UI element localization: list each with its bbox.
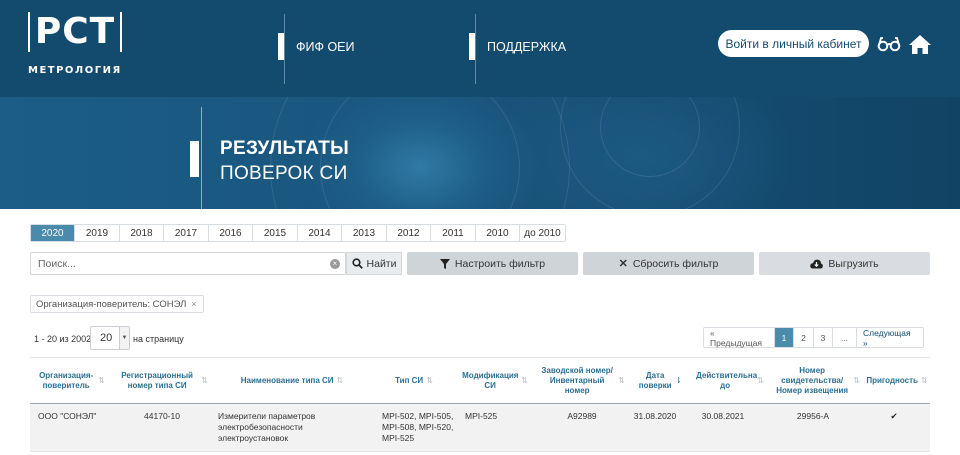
search-box: × bbox=[30, 252, 346, 275]
glasses-icon[interactable] bbox=[877, 33, 901, 55]
cell-modification: MPI-525 bbox=[465, 411, 498, 421]
cell-serial: A92989 bbox=[567, 411, 597, 421]
table-row[interactable]: ООО "СОНЭЛ" 44170-10 Измерители параметр… bbox=[30, 404, 930, 452]
nav-label: ПОДДЕРЖКА bbox=[487, 39, 567, 54]
tab-year-2015[interactable]: 2015 bbox=[253, 225, 298, 241]
col-valid-until[interactable]: Действительна до ⇅ bbox=[690, 358, 770, 404]
tab-year-2011[interactable]: 2011 bbox=[431, 225, 476, 241]
search-icon bbox=[351, 258, 363, 269]
cell-reg-number: 44170-10 bbox=[144, 411, 180, 421]
nav-marker bbox=[278, 33, 284, 60]
sort-icon: ⇅ bbox=[98, 376, 105, 385]
cell-valid-until: 30.08.2021 bbox=[701, 411, 745, 421]
col-verification-date[interactable]: Дата поверки ⇂ bbox=[630, 358, 690, 404]
logo-glyph: РСТ bbox=[34, 11, 116, 52]
check-icon: ✔ bbox=[890, 411, 898, 421]
prev-page-button[interactable]: « Предыдущая bbox=[704, 328, 775, 348]
col-type[interactable]: Тип СИ ⇅ bbox=[372, 358, 456, 404]
find-button-label: Найти bbox=[366, 257, 397, 270]
nav-label: ФИФ ОЕИ bbox=[296, 39, 355, 54]
logo-mark: РСТ bbox=[28, 12, 122, 52]
export-button[interactable]: Выгрузить bbox=[759, 252, 930, 275]
pagination: « Предыдущая 1 2 3 ... Следующая » bbox=[703, 327, 924, 348]
login-cabinet-button[interactable]: Войти в личный кабинет bbox=[718, 30, 869, 57]
reset-filter-label: Сбросить фильтр bbox=[632, 257, 719, 270]
filter-chip-label: Организация-поверитель: СОНЭЛ bbox=[36, 298, 187, 310]
page-1-button[interactable]: 1 bbox=[775, 328, 794, 347]
sort-icon: ⇅ bbox=[336, 376, 344, 385]
close-icon: ✕ bbox=[618, 258, 628, 270]
sort-icon: ⇅ bbox=[618, 376, 625, 385]
per-page-value: 20 bbox=[100, 332, 113, 344]
tab-year-2018[interactable]: 2018 bbox=[120, 225, 164, 241]
next-page-button[interactable]: Следующая » bbox=[857, 328, 923, 348]
cell-organization: ООО "СОНЭЛ" bbox=[38, 411, 97, 421]
cell-type-name: Измерители параметров электробезопасност… bbox=[218, 411, 316, 443]
col-suitability[interactable]: Пригодность ⇅ bbox=[864, 358, 930, 404]
tab-year-2010[interactable]: 2010 bbox=[476, 225, 520, 241]
export-label: Выгрузить bbox=[828, 257, 879, 270]
banner-divider bbox=[201, 107, 202, 209]
tab-year-2016[interactable]: 2016 bbox=[209, 225, 253, 241]
col-type-name[interactable]: Наименование типа СИ ⇅ bbox=[212, 358, 372, 404]
tab-year-2020[interactable]: 2020 bbox=[31, 225, 75, 241]
year-tabs: 2020 2019 2018 2017 2016 2015 2014 2013 … bbox=[30, 224, 566, 242]
page-banner bbox=[0, 97, 960, 209]
per-page-label: на страницу bbox=[133, 334, 184, 344]
sort-icon: ⇅ bbox=[920, 376, 928, 385]
search-input[interactable] bbox=[31, 253, 327, 274]
sort-icon: ⇅ bbox=[757, 376, 764, 385]
cell-type: MPI-502, MPI-505, MPI-508, MPI-520, MPI-… bbox=[382, 411, 454, 443]
table-header: Организация-поверитель ⇅ Регистрационный … bbox=[30, 357, 930, 404]
page-title-line1: РЕЗУЛЬТАТЫ bbox=[220, 138, 350, 159]
cell-verification-date: 31.08.2020 bbox=[633, 411, 677, 421]
chevron-down-icon: ▼ bbox=[119, 327, 129, 349]
banner-marker bbox=[190, 141, 199, 177]
tab-year-2012[interactable]: 2012 bbox=[387, 225, 431, 241]
nav-support[interactable]: ПОДДЕРЖКА bbox=[469, 33, 566, 60]
site-header: РСТ МЕТРОЛОГИЯ ФИФ ОЕИ ПОДДЕРЖКА Войти в… bbox=[0, 0, 960, 97]
logo-bar bbox=[120, 12, 122, 52]
page-2-button[interactable]: 2 bbox=[794, 328, 814, 347]
per-page-select[interactable]: 20 ▼ bbox=[90, 326, 130, 350]
tab-year-2014[interactable]: 2014 bbox=[298, 225, 342, 241]
nav-marker bbox=[469, 33, 475, 60]
configure-filter-label: Настроить фильтр bbox=[454, 257, 546, 270]
col-reg-number[interactable]: Регистрационный номер типа СИ ⇅ bbox=[112, 358, 212, 404]
col-organization[interactable]: Организация-поверитель ⇅ bbox=[30, 358, 112, 404]
nav-fif-oei[interactable]: ФИФ ОЕИ bbox=[278, 33, 355, 60]
logo-text: МЕТРОЛОГИЯ bbox=[28, 65, 122, 76]
logo-bar bbox=[28, 12, 30, 52]
results-range: 1 - 20 из 2002 bbox=[34, 334, 92, 344]
tab-year-before-2010[interactable]: до 2010 bbox=[520, 225, 565, 241]
remove-filter-icon[interactable]: × bbox=[191, 299, 196, 309]
col-serial[interactable]: Заводской номер/ Инвентарный номер ⇅ bbox=[534, 358, 630, 404]
filter-icon bbox=[439, 258, 450, 269]
find-button[interactable]: Найти bbox=[346, 252, 402, 275]
sort-icon: ⇅ bbox=[853, 376, 860, 385]
home-icon[interactable] bbox=[908, 33, 932, 55]
configure-filter-button[interactable]: Настроить фильтр bbox=[407, 252, 578, 275]
clear-search-icon[interactable]: × bbox=[330, 259, 340, 269]
sort-icon: ⇅ bbox=[521, 376, 528, 385]
decor-ring bbox=[320, 97, 520, 209]
page-ellipsis: ... bbox=[833, 328, 857, 347]
col-certificate[interactable]: Номер свидетельства/ Номер извещения ⇅ bbox=[770, 358, 864, 404]
cell-certificate: 29956-А bbox=[796, 411, 830, 421]
active-filter-chip: Организация-поверитель: СОНЭЛ × bbox=[30, 295, 204, 313]
reset-filter-button[interactable]: ✕ Сбросить фильтр bbox=[583, 252, 754, 275]
sort-icon: ⇅ bbox=[201, 376, 208, 385]
results-table: Организация-поверитель ⇅ Регистрационный … bbox=[30, 357, 930, 452]
tab-year-2019[interactable]: 2019 bbox=[75, 225, 120, 241]
page-title-line2: ПОВЕРОК СИ bbox=[220, 163, 348, 184]
cloud-download-icon bbox=[810, 259, 824, 268]
sort-icon: ⇅ bbox=[426, 376, 433, 385]
page-3-button[interactable]: 3 bbox=[814, 328, 833, 347]
tab-year-2017[interactable]: 2017 bbox=[164, 225, 209, 241]
col-modification[interactable]: Модификация СИ ⇅ bbox=[456, 358, 534, 404]
tab-year-2013[interactable]: 2013 bbox=[342, 225, 387, 241]
sort-desc-icon: ⇂ bbox=[675, 376, 682, 385]
logo[interactable]: РСТ МЕТРОЛОГИЯ bbox=[28, 12, 122, 78]
